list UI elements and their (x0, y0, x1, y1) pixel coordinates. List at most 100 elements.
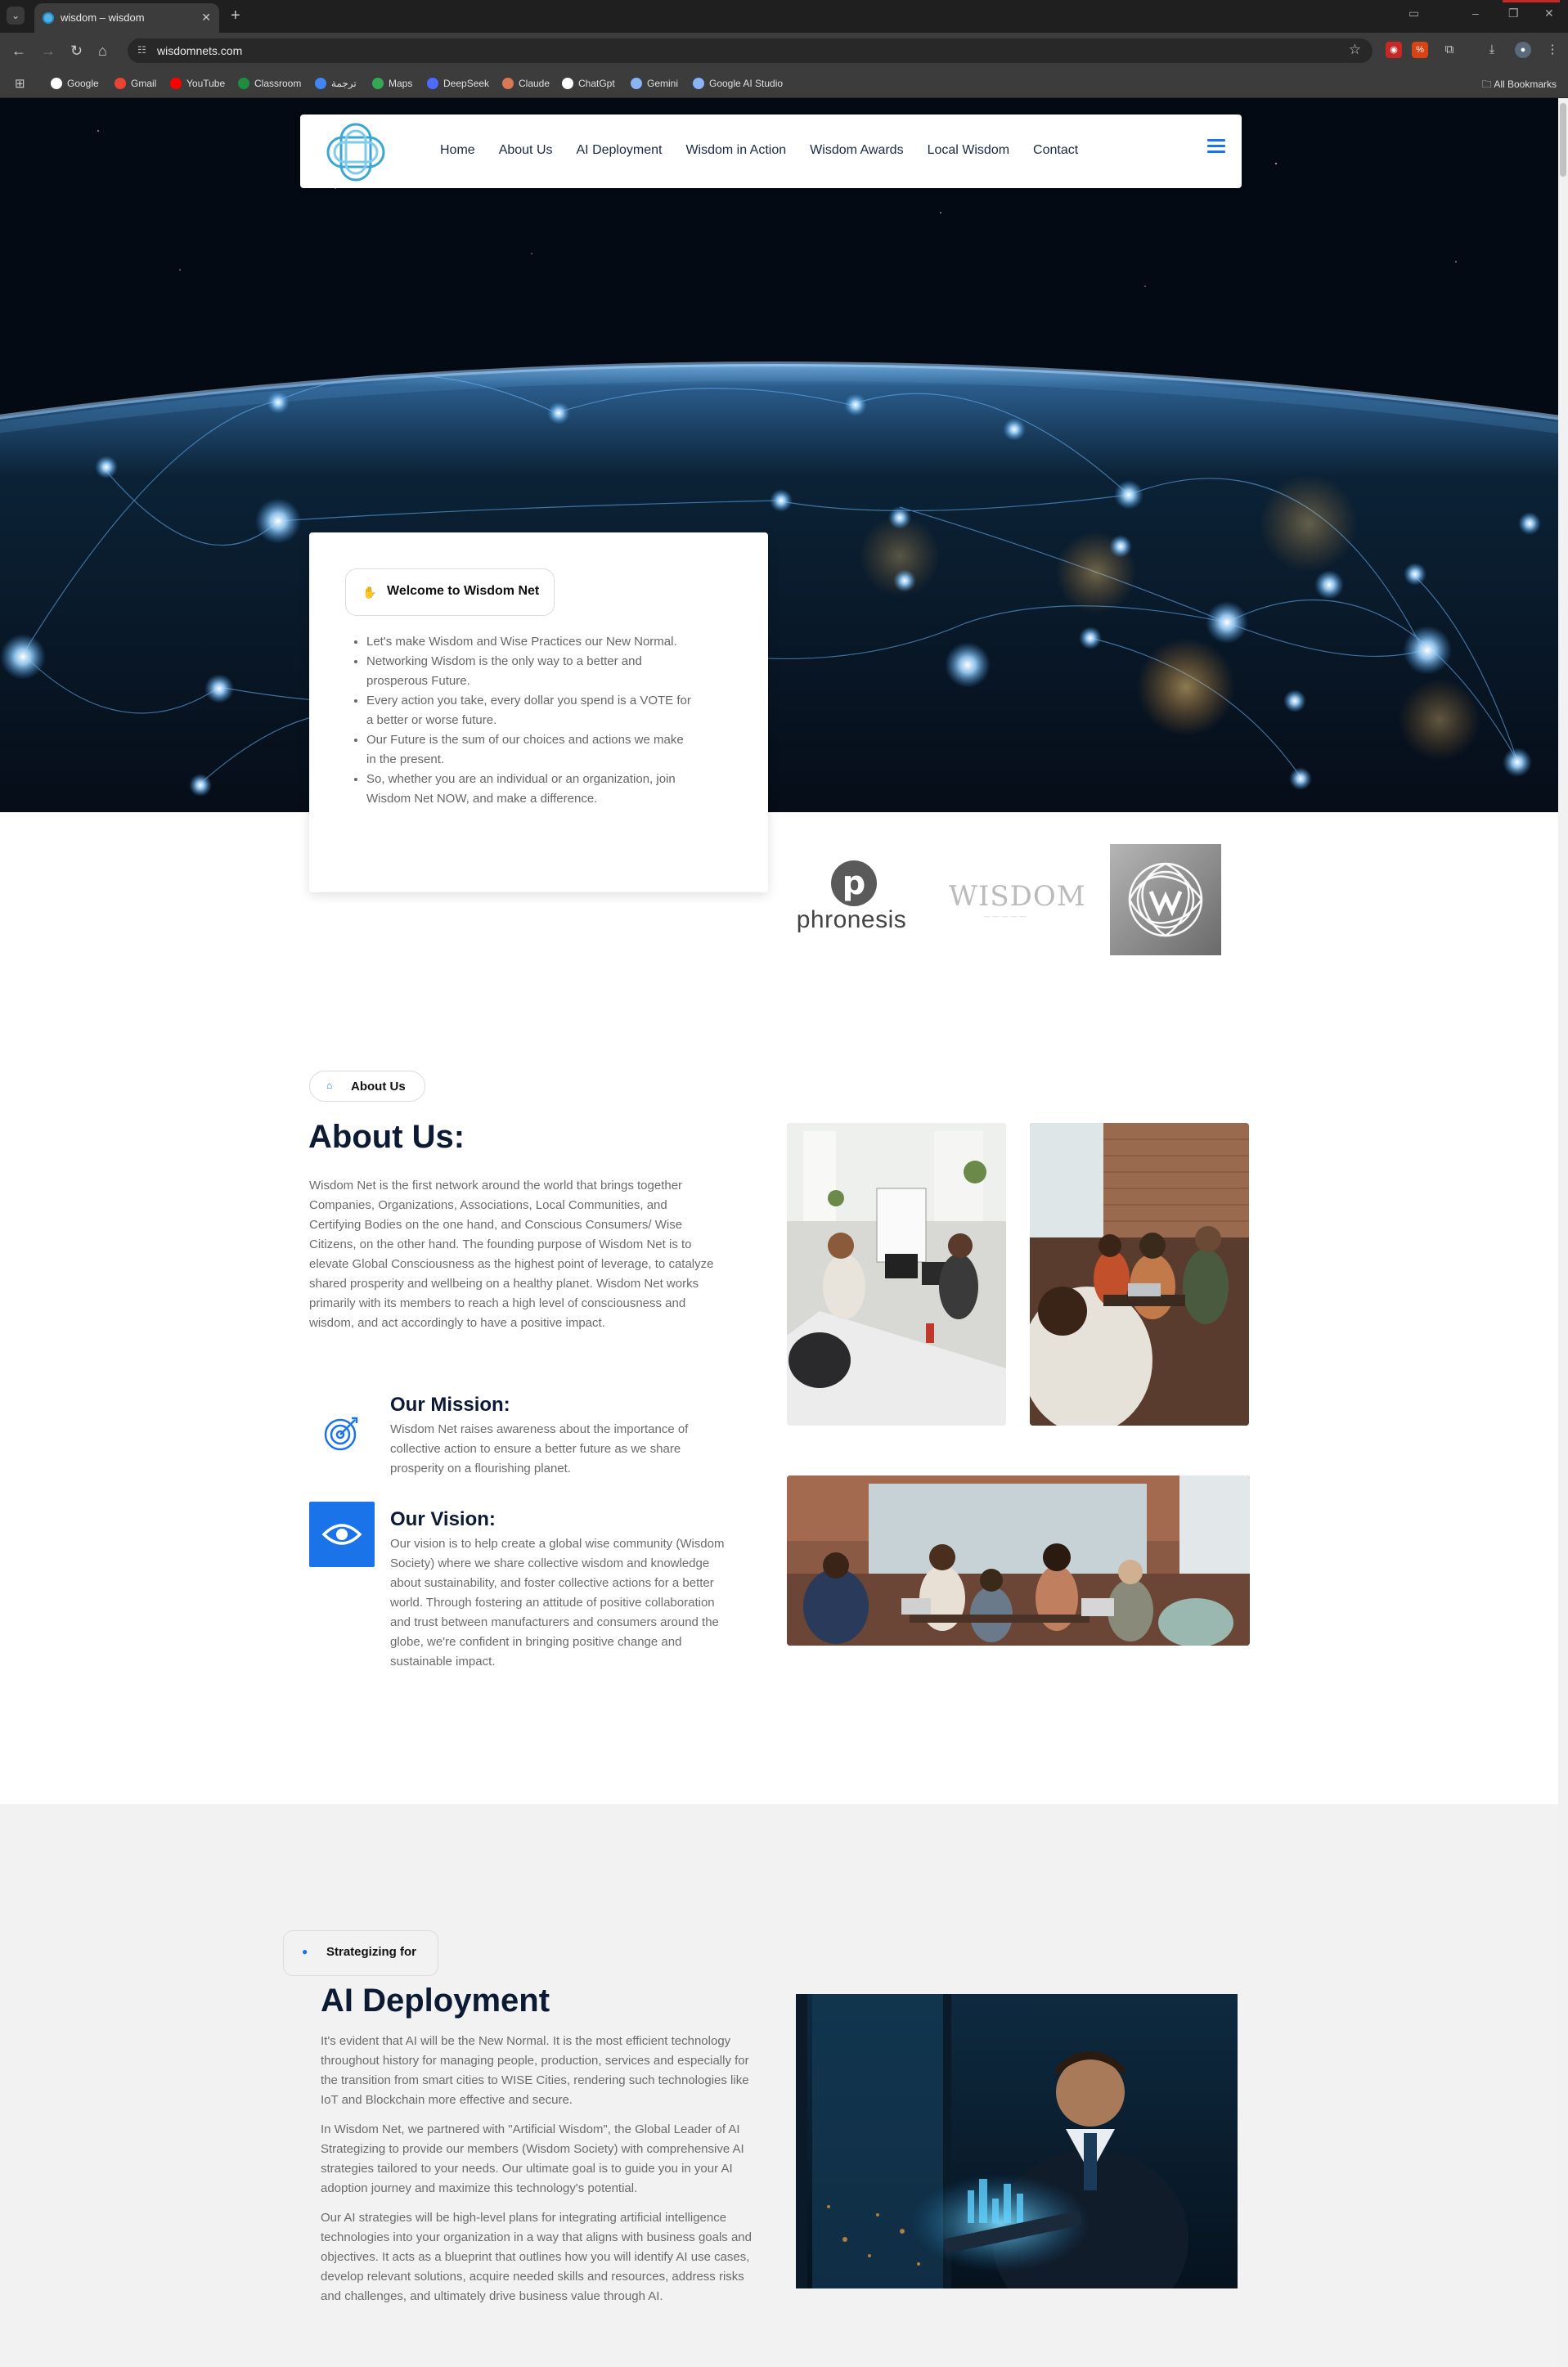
phronesis-logo[interactable]: p phronesis (790, 860, 913, 942)
extension-icon-2[interactable]: % (1412, 42, 1428, 58)
welcome-item: Let's make Wisdom and Wise Practices our… (366, 632, 694, 652)
nav-link-about-us[interactable]: About Us (499, 143, 553, 158)
earth-network-graphic (0, 98, 1558, 812)
home-icon[interactable]: ⌂ (98, 43, 107, 59)
office-team-illustration (787, 1123, 1006, 1426)
main-nav: Home About Us AI Deployment Wisdom in Actio… (440, 143, 1102, 158)
welcome-item: Our Future is the sum of our choices and… (366, 730, 694, 770)
bookmark-favicon-icon (115, 78, 126, 89)
bookmark-favicon-icon (631, 78, 642, 89)
about-us-heading: About Us: (308, 1119, 465, 1155)
about-us-text: Wisdom Net is the first network around t… (309, 1179, 714, 1330)
bookmark-label: Gemini (647, 78, 679, 89)
bookmark-item[interactable]: Maps (372, 77, 412, 90)
site-favicon-icon (43, 12, 54, 24)
all-bookmarks-folder[interactable]: 🗀 All Bookmarks (1482, 77, 1557, 94)
new-tab-icon[interactable]: + (231, 7, 240, 25)
bookmark-item[interactable]: Gemini (631, 77, 678, 90)
office-team-photo (787, 1123, 1006, 1426)
bookmark-favicon-icon (427, 78, 438, 89)
page-scrollbar[interactable] (1558, 98, 1568, 2367)
bookmark-favicon-icon (170, 78, 182, 89)
ai-deployment-text: It's evident that AI will be the New Nor… (321, 2032, 767, 2316)
wisdom-net-logo[interactable] (323, 119, 389, 185)
extensions-puzzle-icon[interactable]: ⧉ (1441, 42, 1458, 58)
bookmark-favicon-icon (51, 78, 62, 89)
eye-icon (321, 1524, 362, 1545)
scrollbar-thumb[interactable] (1560, 103, 1566, 177)
browser-tab[interactable]: wisdom – wisdom ✕ (34, 3, 219, 33)
vision-icon-box (309, 1502, 375, 1567)
menu-kebab-icon[interactable]: ⋮ (1544, 42, 1561, 58)
welcome-item: Every action you take, every dollar you … (366, 691, 694, 730)
bookmark-item[interactable]: YouTube (170, 77, 225, 90)
bookmark-favicon-icon (562, 78, 573, 89)
tab-search-icon[interactable]: ⌄ (7, 7, 25, 25)
bookmark-label: Maps (389, 78, 413, 89)
welcome-title: Welcome to Wisdom Net (387, 584, 540, 598)
bookmark-favicon-icon (372, 78, 384, 89)
bookmark-item[interactable]: Claude (502, 77, 550, 90)
extension-icon-1[interactable]: ◉ (1386, 42, 1402, 58)
bookmark-item[interactable]: ChatGpt (562, 77, 615, 90)
minimize-icon[interactable]: – (1472, 7, 1479, 20)
web-page: Home About Us AI Deployment Wisdom in Actio… (0, 98, 1558, 2367)
site-navbar: Home About Us AI Deployment Wisdom in Actio… (300, 115, 1242, 188)
bookmark-item[interactable]: Google (51, 77, 99, 90)
bookmark-label: Gmail (131, 78, 157, 89)
ai-paragraph: In Wisdom Net, we partnered with "Artifi… (321, 2122, 744, 2195)
nav-link-local-wisdom[interactable]: Local Wisdom (928, 143, 1009, 158)
apps-grid-icon[interactable]: ⊞ (15, 76, 25, 91)
wisdom-logo[interactable]: WISDOM ————— (949, 880, 1085, 921)
bookmarks-bar: ⊞ Google Gmail YouTube Classroom ترجمة Maps De… (0, 69, 1568, 98)
businessman-tablet-photo (796, 1994, 1238, 2288)
nav-link-wisdom-awards[interactable]: Wisdom Awards (810, 143, 903, 158)
phronesis-wordmark: phronesis (796, 906, 907, 933)
team-lounge-photo (787, 1475, 1250, 1646)
url-field[interactable]: ☷ wisdomnets.com ☆ (128, 38, 1373, 63)
browser-tab-bar: ⌄ wisdom – wisdom ✕ + ▭ – ❐ ✕ (0, 0, 1568, 33)
all-bookmarks-label: All Bookmarks (1494, 79, 1557, 90)
close-tab-icon[interactable]: ✕ (201, 11, 211, 25)
nav-link-wisdom-in-action[interactable]: Wisdom in Action (685, 143, 786, 158)
hamburger-menu-icon[interactable] (1207, 139, 1225, 154)
bookmark-favicon-icon (502, 78, 514, 89)
nav-link-contact[interactable]: Contact (1033, 143, 1078, 158)
bookmark-label: DeepSeek (443, 78, 490, 89)
bookmark-item[interactable]: Google AI Studio (693, 77, 783, 90)
team-lounge-illustration (787, 1475, 1250, 1646)
welcome-list: Let's make Wisdom and Wise Practices our… (366, 632, 694, 809)
cast-icon[interactable]: ▭ (1409, 7, 1419, 20)
bookmark-label: Google AI Studio (709, 78, 784, 89)
nav-link-home[interactable]: Home (440, 143, 475, 158)
bookmark-star-icon[interactable]: ☆ (1349, 42, 1361, 58)
forward-icon[interactable]: → (41, 43, 56, 59)
wisdom-sub-line: ————— (983, 913, 1029, 920)
about-us-badge-label: About Us (351, 1080, 406, 1094)
bookmark-favicon-icon (315, 78, 326, 89)
window-accent-line (1503, 0, 1560, 2)
bookmark-item[interactable]: Gmail (115, 77, 156, 90)
site-info-icon[interactable]: ☷ (137, 44, 146, 56)
ai-paragraph: It's evident that AI will be the New Nor… (321, 2034, 749, 2107)
url-text: wisdomnets.com (157, 44, 243, 57)
reload-icon[interactable]: ↻ (70, 43, 83, 59)
award-emblem-logo[interactable] (1110, 844, 1221, 955)
ai-deployment-heading: AI Deployment (321, 1983, 550, 2019)
bookmark-label: YouTube (186, 78, 226, 89)
restore-icon[interactable]: ❐ (1508, 7, 1519, 20)
nav-link-ai-deployment[interactable]: AI Deployment (577, 143, 663, 158)
bookmark-item[interactable]: DeepSeek (427, 77, 489, 90)
close-window-icon[interactable]: ✕ (1544, 7, 1554, 20)
download-icon[interactable]: ⤓ (1484, 42, 1500, 58)
profile-avatar[interactable]: ● (1515, 42, 1531, 58)
bookmark-item[interactable]: Classroom (238, 77, 301, 90)
bookmark-item[interactable]: ترجمة (315, 77, 357, 90)
back-icon[interactable]: ← (11, 43, 26, 59)
tab-title: wisdom – wisdom (61, 11, 145, 24)
mission-heading: Our Mission: (390, 1394, 510, 1416)
ai-deployment-section: ● Strategizing for AI Deployment It's ev… (0, 1804, 1558, 2367)
about-us-badge: ⌂ About Us (309, 1071, 425, 1102)
partner-logos: p phronesis WISDOM ————— (785, 844, 1227, 959)
bookmark-favicon-icon (238, 78, 249, 89)
